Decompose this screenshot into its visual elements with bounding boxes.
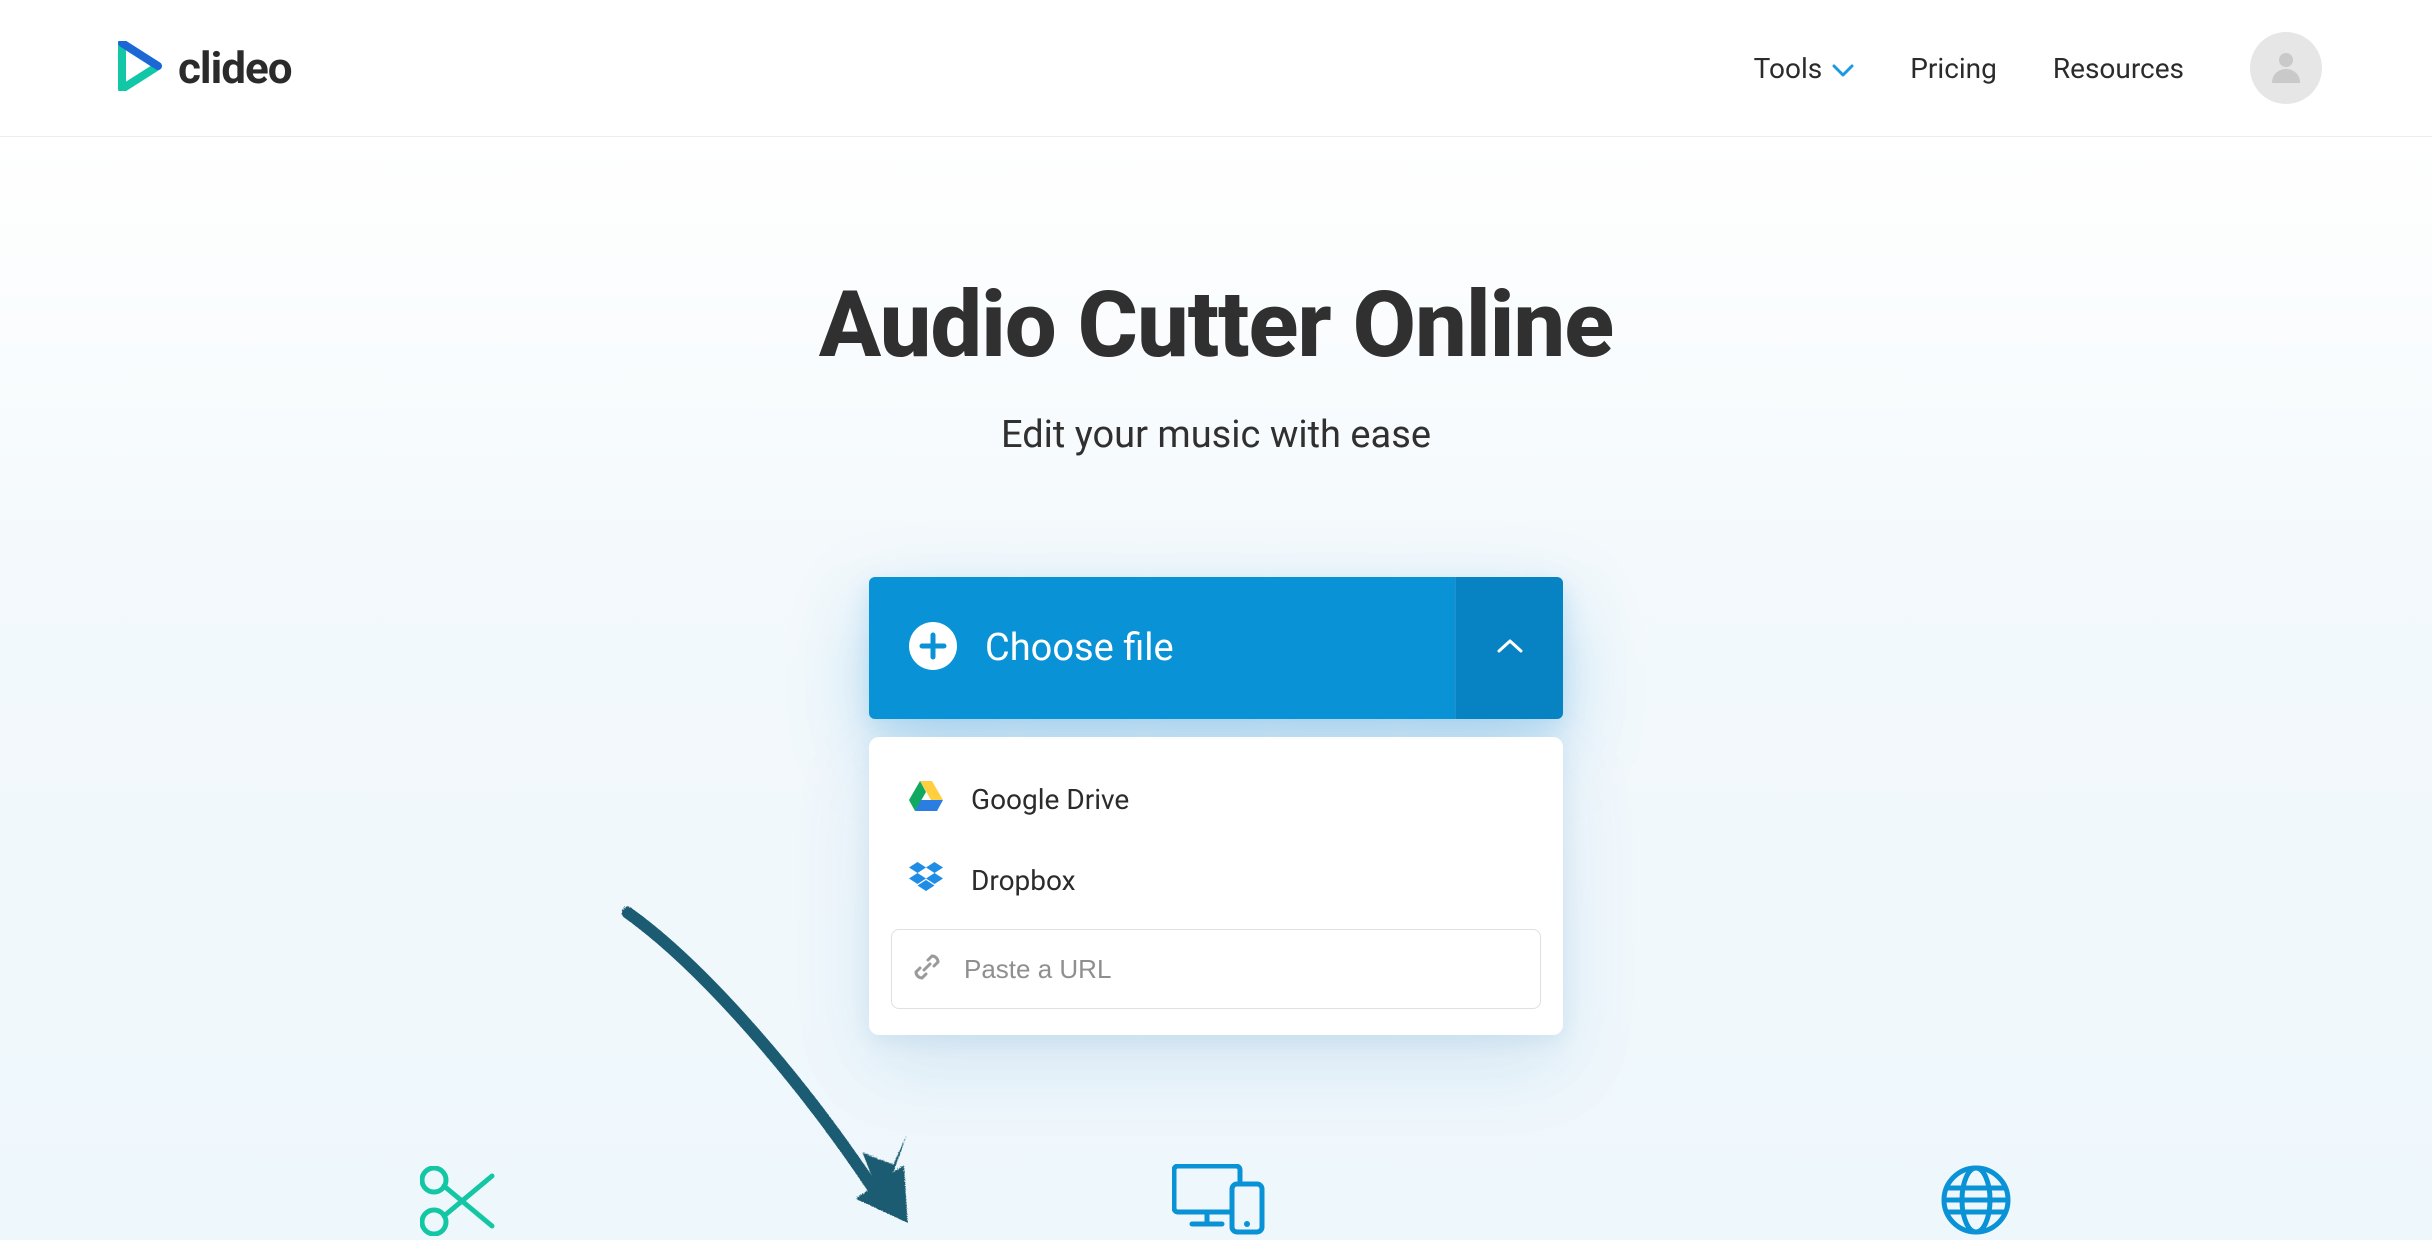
feature-icons-row	[0, 1160, 2432, 1240]
logo-text: clideo	[178, 42, 292, 94]
plus-circle-icon	[909, 622, 957, 674]
nav-pricing-label: Pricing	[1910, 52, 1997, 85]
option-google-drive-label: Google Drive	[971, 783, 1129, 816]
chevron-up-icon	[1496, 638, 1524, 658]
globe-icon	[1940, 1164, 2012, 1240]
devices-icon	[1172, 1164, 1266, 1240]
play-icon	[118, 41, 162, 95]
nav-tools-label: Tools	[1754, 52, 1823, 85]
dropbox-icon	[909, 862, 943, 899]
logo[interactable]: clideo	[118, 41, 292, 95]
option-dropbox-label: Dropbox	[971, 864, 1076, 897]
option-google-drive[interactable]: Google Drive	[891, 759, 1541, 840]
choose-row: Choose file	[869, 577, 1563, 719]
chevron-down-icon	[1832, 52, 1854, 85]
choose-file-label: Choose file	[985, 626, 1174, 670]
google-drive-icon	[909, 781, 943, 818]
paste-url-input[interactable]	[964, 954, 1520, 985]
nav-resources[interactable]: Resources	[2053, 52, 2184, 85]
account-avatar[interactable]	[2250, 32, 2322, 104]
feature-devices	[1172, 1160, 1266, 1240]
upload-options-toggle[interactable]	[1455, 577, 1563, 719]
page-title: Audio Cutter Online	[819, 272, 1613, 379]
header: clideo Tools Pricing Resources	[0, 0, 2432, 137]
user-icon	[2269, 49, 2303, 87]
option-dropbox[interactable]: Dropbox	[891, 840, 1541, 921]
feature-online	[1940, 1160, 2012, 1240]
paste-url-row[interactable]	[891, 929, 1541, 1009]
page-subtitle: Edit your music with ease	[1001, 413, 1431, 457]
nav-resources-label: Resources	[2053, 52, 2184, 85]
nav-tools[interactable]: Tools	[1754, 52, 1855, 85]
nav-pricing[interactable]: Pricing	[1910, 52, 1997, 85]
feature-cut	[420, 1160, 498, 1240]
link-icon	[912, 952, 942, 986]
choose-file-button[interactable]: Choose file	[869, 577, 1455, 719]
uploader: Choose file Google Drive	[869, 577, 1563, 1035]
scissors-icon	[420, 1166, 498, 1240]
upload-options-dropdown: Google Drive Dropbox	[869, 737, 1563, 1035]
main: Audio Cutter Online Edit your music with…	[0, 137, 2432, 1240]
nav: Tools Pricing Resources	[1754, 32, 2322, 104]
